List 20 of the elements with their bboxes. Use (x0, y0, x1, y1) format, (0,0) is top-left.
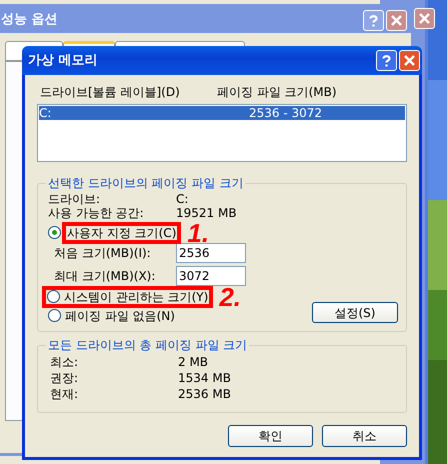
info-label: 최소: (50, 354, 80, 370)
column-header: 페이징 파일 크기(MB) (217, 84, 337, 101)
field-label: 처음 크기(MB)(I): (54, 245, 152, 262)
info-label: 현재: (50, 386, 80, 402)
column-header: 드라이브[볼륨 레이블](D) (39, 84, 181, 101)
info-label: 권장: (50, 370, 80, 386)
field-label: 최대 크기(MB)(X): (54, 268, 156, 285)
window-title: 성능 옵션 (1, 11, 58, 30)
group-title: 선택한 드라이브의 페이징 파일 크기 (47, 175, 244, 192)
info-value: 1534 MB (178, 370, 231, 386)
info-value: 19521 MB (176, 206, 237, 220)
annotation-number: 2. (219, 284, 242, 310)
info-value: C: (176, 192, 188, 206)
info-label: 사용 가능한 공간: (48, 206, 145, 220)
info-label: 드라이브: (48, 192, 102, 206)
info-value: 2 MB (178, 354, 208, 370)
group-title: 모든 드라이브의 총 페이징 파일 크기 (47, 337, 248, 354)
info-value: 2536 MB (178, 386, 231, 402)
window-title: 가상 메모리 (28, 52, 98, 70)
annotation-number: 1. (187, 220, 210, 246)
